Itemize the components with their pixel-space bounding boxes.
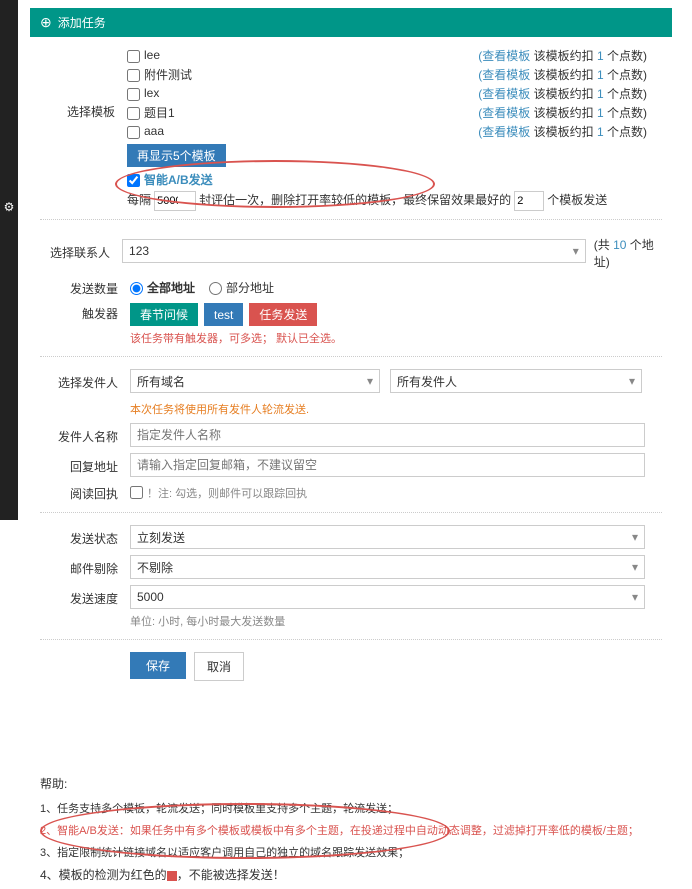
caret-icon: ▾ (367, 374, 373, 388)
view-template-link[interactable]: (查看模板 (478, 49, 530, 63)
read-note: ！注: 勾选，则邮件可以跟踪回执 (147, 485, 307, 501)
label-reply: 回复地址 (40, 456, 130, 475)
view-template-link[interactable]: (查看模板 (478, 106, 530, 120)
view-template-link[interactable]: (查看模板 (478, 68, 530, 82)
contact-select[interactable]: 123▾ (122, 239, 586, 263)
trigger-button[interactable]: 春节问候 (130, 303, 198, 326)
template-name: aaa (144, 124, 164, 138)
trigger-button[interactable]: test (204, 303, 243, 326)
speed-unit: 单位: 小时, 每小时最大发送数量 (130, 613, 285, 629)
caret-icon: ▾ (632, 590, 638, 604)
template-row: lee (查看模板 该模板约扣 1 个点数) (127, 47, 647, 64)
reply-input[interactable] (130, 453, 645, 477)
caret-icon: ▾ (573, 244, 579, 258)
send-all-radio[interactable]: 全部地址 (130, 279, 195, 296)
sender-note: 本次任务将使用所有发件人轮流发送. (130, 401, 309, 417)
template-name: lee (144, 48, 160, 62)
read-receipt-checkbox[interactable] (130, 486, 143, 499)
dedup-select[interactable]: 不剔除▾ (130, 555, 645, 579)
sender-user-select[interactable]: 所有发件人▾ (390, 369, 642, 393)
send-part-radio[interactable]: 部分地址 (209, 279, 274, 296)
ab-text: 封评估一次，删除打开率较低的模板，最终保留效果最好的 (199, 193, 511, 207)
ab-title: 智能A/B发送 (144, 173, 213, 187)
template-name: lex (144, 86, 159, 100)
template-checkbox[interactable] (127, 126, 140, 139)
ab-text: 每隔 (127, 193, 151, 207)
dialog-header: ⊕ 添加任务 (30, 8, 672, 37)
plus-icon: ⊕ (40, 14, 52, 31)
template-name: 附件测试 (144, 68, 192, 82)
template-row: lex (查看模板 该模板约扣 1 个点数) (127, 85, 647, 102)
label-templates: 选择模板 (40, 47, 127, 120)
label-dedup: 邮件剔除 (40, 558, 130, 577)
label-contact: 选择联系人 (40, 242, 122, 261)
status-select[interactable]: 立刻发送▾ (130, 525, 645, 549)
sender-domain-select[interactable]: 所有域名▾ (130, 369, 380, 393)
ab-keep-input[interactable] (514, 191, 544, 211)
dialog-title: 添加任务 (58, 14, 106, 31)
help-item: 4、模板的检测为红色的，不能被选择发送！ (40, 866, 662, 883)
template-name: 题目1 (144, 106, 175, 120)
view-template-link[interactable]: (查看模板 (478, 87, 530, 101)
cancel-button[interactable]: 取消 (194, 652, 244, 681)
ab-checkbox[interactable] (127, 174, 140, 187)
label-sender: 选择发件人 (40, 372, 130, 391)
template-checkbox[interactable] (127, 107, 140, 120)
view-template-link[interactable]: (查看模板 (478, 125, 530, 139)
trigger-note: 该任务带有触发器，可多选； 默认已全选。 (130, 330, 342, 346)
template-checkbox[interactable] (127, 69, 140, 82)
template-row: 附件测试 (查看模板 该模板约扣 1 个点数) (127, 66, 647, 83)
label-sender-name: 发件人名称 (40, 426, 130, 445)
red-square-icon (167, 871, 177, 881)
template-row: aaa (查看模板 该模板约扣 1 个点数) (127, 123, 647, 140)
ab-interval-input[interactable] (154, 191, 196, 211)
help-item: 3、指定限制统计链接域名以适应客户调用自己的独立的域名跟踪发送效果； (40, 844, 662, 860)
label-read-receipt: 阅读回执 (40, 483, 130, 502)
caret-icon: ▾ (632, 530, 638, 544)
trigger-button[interactable]: 任务发送 (249, 303, 317, 326)
label-speed: 发送速度 (40, 588, 130, 607)
show-more-templates-button[interactable]: 再显示5个模板 (127, 144, 226, 167)
caret-icon: ▾ (629, 374, 635, 388)
label-trigger: 触发器 (40, 303, 130, 322)
template-checkbox[interactable] (127, 88, 140, 101)
help-item: 1、任务支持多个模板，轮流发送；同时模板里支持多个主题，轮流发送； (40, 800, 662, 816)
template-checkbox[interactable] (127, 50, 140, 63)
label-status: 发送状态 (40, 528, 130, 547)
save-button[interactable]: 保存 (130, 652, 186, 679)
ab-text: 个模板发送 (547, 193, 607, 207)
sender-name-input[interactable] (130, 423, 645, 447)
speed-select[interactable]: 5000▾ (130, 585, 645, 609)
template-row: 题目1 (查看模板 该模板约扣 1 个点数) (127, 104, 647, 121)
caret-icon: ▾ (632, 560, 638, 574)
label-send-count: 发送数量 (40, 278, 130, 297)
help-item: 2、智能A/B发送：如果任务中有多个模板或模板中有多个主题，在投递过程中自动动态… (40, 822, 662, 838)
help-title: 帮助: (40, 775, 662, 792)
